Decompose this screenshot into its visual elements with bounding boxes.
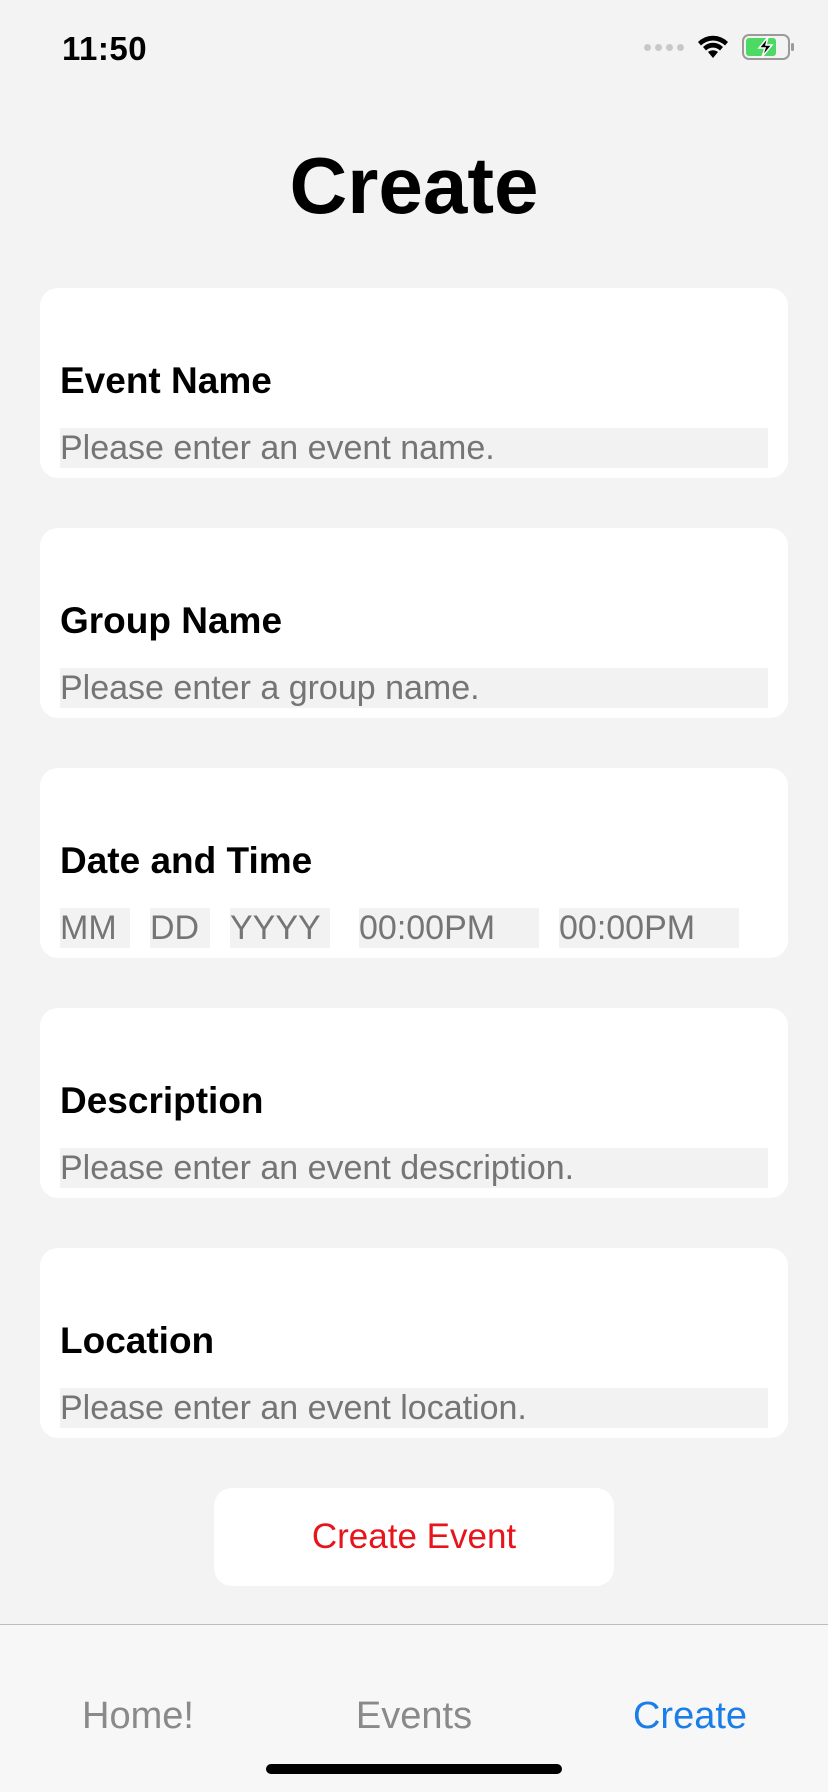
location-input[interactable] [60, 1388, 768, 1428]
date-time-card: Date and Time [40, 768, 788, 958]
date-time-label: Date and Time [60, 840, 313, 881]
description-label: Description [60, 1080, 264, 1121]
group-name-label: Group Name [60, 600, 283, 641]
home-indicator [266, 1764, 562, 1774]
create-event-button[interactable]: Create Event [214, 1488, 614, 1586]
event-name-card: Event Name [40, 288, 788, 478]
tab-events[interactable]: Events [276, 1695, 552, 1738]
description-card: Description [40, 1008, 788, 1198]
status-icons [644, 34, 796, 60]
start-time-input[interactable] [359, 908, 539, 948]
year-input[interactable] [230, 908, 330, 948]
cellular-signal-icon [644, 43, 684, 51]
location-card: Location [40, 1248, 788, 1438]
event-name-label: Event Name [60, 360, 272, 401]
location-label: Location [60, 1320, 215, 1361]
wifi-icon [698, 35, 728, 58]
event-name-input[interactable] [60, 428, 768, 468]
group-name-card: Group Name [40, 528, 788, 718]
end-time-input[interactable] [559, 908, 739, 948]
tab-create[interactable]: Create [552, 1695, 828, 1738]
tab-home[interactable]: Home! [0, 1695, 276, 1738]
battery-charging-icon [742, 34, 794, 60]
month-input[interactable] [60, 908, 130, 948]
create-screen: 11:50 Create Event Name Group Name Date … [0, 0, 828, 1792]
status-time: 11:50 [62, 30, 148, 67]
group-name-input[interactable] [60, 668, 768, 708]
description-input[interactable] [60, 1148, 768, 1188]
page-title: Create [289, 141, 539, 230]
day-input[interactable] [150, 908, 210, 948]
